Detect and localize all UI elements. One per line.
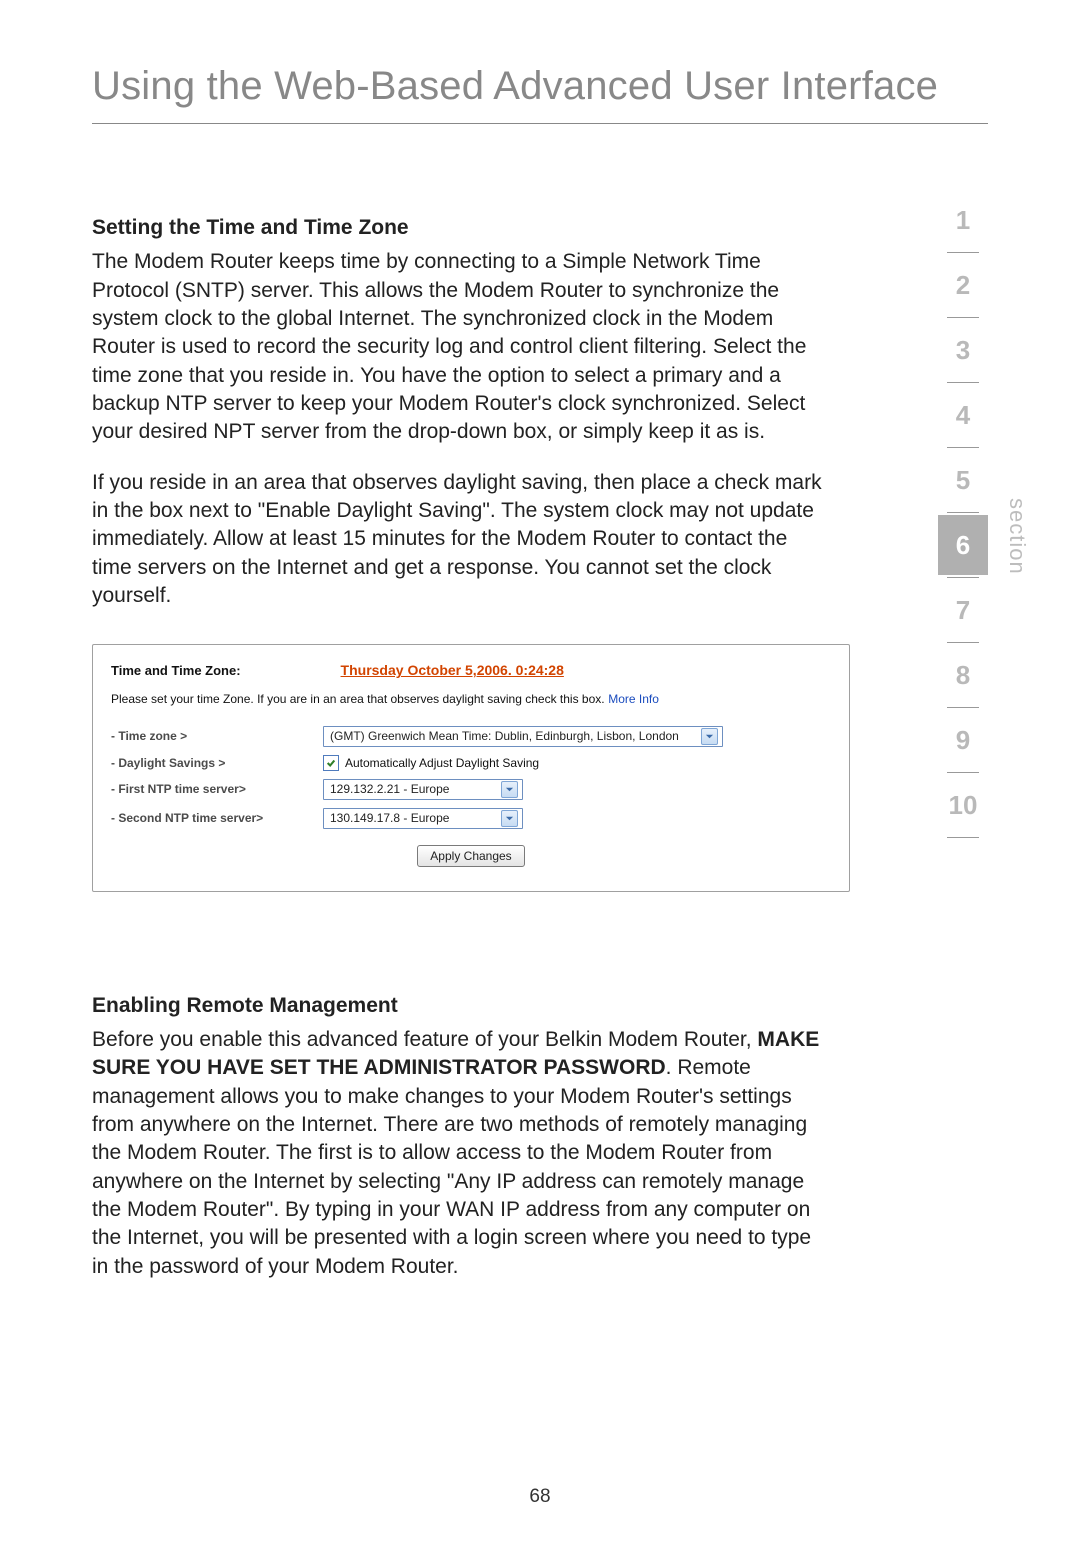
- paragraph-remote-a: Before you enable this advanced feature …: [92, 1028, 757, 1051]
- checkbox-icon: [323, 755, 339, 771]
- tab-separator: [947, 382, 979, 383]
- timezone-select[interactable]: (GMT) Greenwich Mean Time: Dublin, Edinb…: [323, 726, 723, 747]
- tab-separator: [947, 837, 979, 838]
- tab-separator: [947, 642, 979, 643]
- chevron-down-icon: [501, 781, 518, 798]
- daylight-label: - Daylight Savings >: [111, 755, 311, 771]
- heading-remote-mgmt: Enabling Remote Management: [92, 992, 822, 1020]
- more-info-link[interactable]: More Info: [608, 691, 659, 707]
- section-side-label: section: [1004, 498, 1030, 575]
- section-tab-8[interactable]: 8: [938, 645, 988, 705]
- page-title: Using the Web-Based Advanced User Interf…: [92, 64, 988, 109]
- tab-separator: [947, 447, 979, 448]
- paragraph-remote: Before you enable this advanced feature …: [92, 1026, 822, 1281]
- paragraph-tz-1: The Modem Router keeps time by connectin…: [92, 248, 822, 446]
- ntp1-select[interactable]: 129.132.2.21 - Europe: [323, 779, 523, 800]
- section-tab-7[interactable]: 7: [938, 580, 988, 640]
- tz-panel-datetime: Thursday October 5,2006. 0:24:28: [341, 661, 564, 680]
- daylight-checkbox-label: Automatically Adjust Daylight Saving: [345, 755, 539, 771]
- section-tab-10[interactable]: 10: [938, 775, 988, 835]
- section-tab-9[interactable]: 9: [938, 710, 988, 770]
- tab-separator: [947, 252, 979, 253]
- main-content: Setting the Time and Time Zone The Modem…: [92, 214, 822, 1281]
- ntp2-select[interactable]: 130.149.17.8 - Europe: [323, 808, 523, 829]
- chevron-down-icon: [701, 728, 718, 745]
- tz-panel-desc: Please set your time Zone. If you are in…: [111, 692, 605, 706]
- ntp1-select-value: 129.132.2.21 - Europe: [330, 781, 449, 797]
- section-tab-2[interactable]: 2: [938, 255, 988, 315]
- section-tab-1[interactable]: 1: [938, 190, 988, 250]
- paragraph-remote-b: . Remote management allows you to make c…: [92, 1056, 811, 1277]
- tab-separator: [947, 772, 979, 773]
- ntp2-select-value: 130.149.17.8 - Europe: [330, 810, 449, 826]
- tab-separator: [947, 317, 979, 318]
- tab-separator: [947, 707, 979, 708]
- chevron-down-icon: [501, 810, 518, 827]
- page-number: 68: [0, 1486, 1080, 1508]
- apply-changes-button[interactable]: Apply Changes: [417, 845, 524, 867]
- heading-time-zone: Setting the Time and Time Zone: [92, 214, 822, 242]
- section-tab-3[interactable]: 3: [938, 320, 988, 380]
- tz-panel-title: Time and Time Zone:: [111, 662, 241, 680]
- paragraph-tz-2: If you reside in an area that observes d…: [92, 469, 822, 611]
- daylight-checkbox[interactable]: Automatically Adjust Daylight Saving: [323, 755, 539, 771]
- section-tab-6[interactable]: 6: [938, 515, 988, 575]
- section-tab-4[interactable]: 4: [938, 385, 988, 445]
- section-tab-5[interactable]: 5: [938, 450, 988, 510]
- time-zone-panel: Time and Time Zone: Thursday October 5,2…: [92, 644, 850, 891]
- tab-separator: [947, 577, 979, 578]
- tab-separator: [947, 512, 979, 513]
- ntp1-label: - First NTP time server>: [111, 781, 311, 797]
- title-rule: [92, 123, 988, 124]
- timezone-select-value: (GMT) Greenwich Mean Time: Dublin, Edinb…: [330, 728, 679, 744]
- section-tabs: 1 2 3 4 5 6 7 8 9 10: [928, 190, 998, 840]
- ntp2-label: - Second NTP time server>: [111, 810, 311, 826]
- timezone-label: - Time zone >: [111, 728, 311, 744]
